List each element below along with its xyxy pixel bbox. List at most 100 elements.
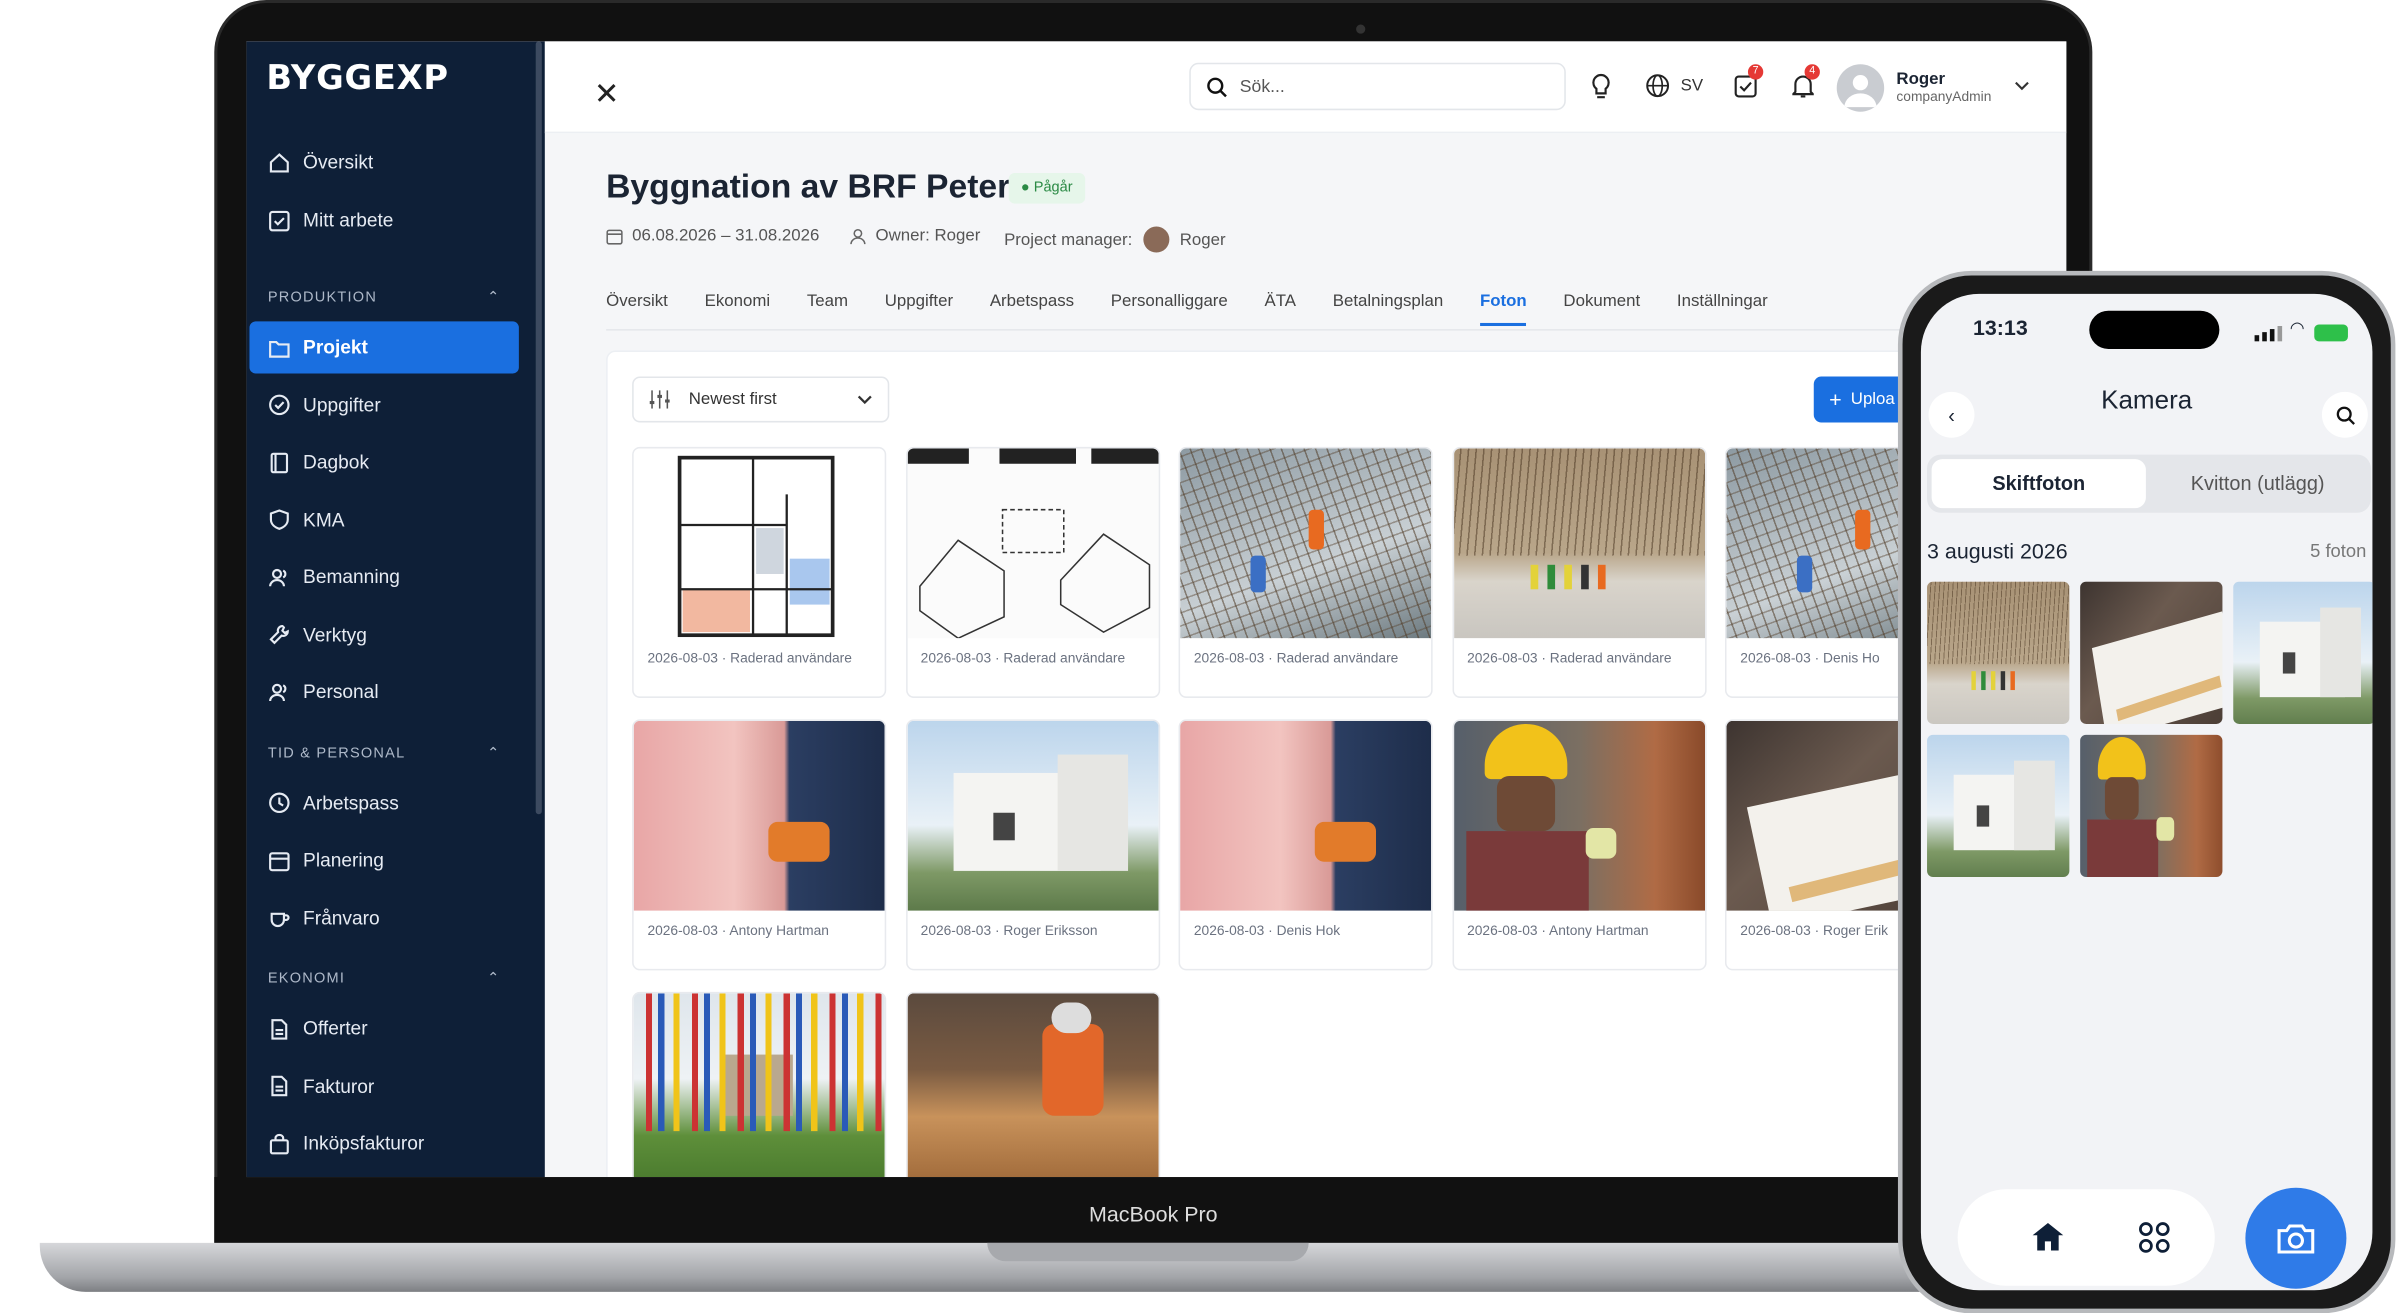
avatar[interactable] — [1836, 64, 1885, 112]
notifications-badge: 4 — [1804, 64, 1820, 80]
sort-select[interactable]: Newest first — [632, 376, 890, 423]
photo-caption: 2026-08-03 · Raderad användare — [1193, 650, 1399, 666]
sidebar-item-planering[interactable]: Planering — [249, 834, 518, 886]
photo-thumbnail[interactable] — [633, 448, 885, 639]
phone-frame: 13:13 ◠ ‹ Kamera Skiftfoton Kvitton (utl… — [1897, 270, 2396, 1313]
photo-card[interactable] — [905, 991, 1160, 1178]
globe-icon[interactable] — [1645, 73, 1670, 98]
laptop-screen: BYGGEXP Översikt Mitt arbete PRODUKTION ⌃ Pr… — [246, 41, 2067, 1178]
photo-card[interactable]: 2026-08-03 · Denis Hok — [1178, 719, 1433, 971]
sidebar-item-arbetspass[interactable]: Arbetspass — [249, 777, 518, 829]
tab-foton[interactable]: Foton — [1479, 292, 1527, 327]
home-icon — [269, 152, 289, 172]
sidebar-scrollbar[interactable] — [535, 41, 542, 815]
search-input[interactable]: Sök... — [1189, 62, 1566, 111]
phone-photo-thumbnail[interactable] — [2080, 581, 2223, 724]
close-icon[interactable]: ✕ — [594, 75, 620, 113]
tab-installningar[interactable]: Inställningar — [1677, 292, 1768, 326]
chevron-down-icon — [857, 394, 872, 404]
sidebar-item-kma[interactable]: KMA — [249, 494, 518, 546]
lightbulb-icon[interactable] — [1590, 73, 1611, 99]
language-selector[interactable]: SV — [1681, 77, 1703, 95]
segment-control: Skiftfoton Kvitton (utlägg) — [1927, 454, 2371, 513]
top-bar: ✕ Sök... SV 7 4 Roger companyAdmin — [544, 41, 2067, 134]
photo-card[interactable]: 2026-08-03 · Roger Eriksson — [905, 719, 1160, 971]
sidebar-section-ekonomi[interactable]: EKONOMI ⌃ — [268, 970, 501, 987]
sidebar-item-uppgifter[interactable]: Uppgifter — [249, 379, 518, 431]
sidebar-item-label: Projekt — [303, 336, 368, 359]
tab-betalningsplan[interactable]: Betalningsplan — [1333, 292, 1443, 326]
sidebar-item-inkopsfakturor[interactable]: Inköpsfakturor — [249, 1117, 518, 1169]
photo-card[interactable]: 2026-08-03 · Raderad användare — [1178, 446, 1433, 698]
photo-card[interactable] — [632, 991, 887, 1178]
status-badge: ● Pågår — [1008, 172, 1085, 204]
sidebar-section-produktion[interactable]: PRODUKTION ⌃ — [268, 289, 501, 306]
tab-uppgifter[interactable]: Uppgifter — [885, 292, 953, 326]
sidebar-item-franvaro[interactable]: Frånvaro — [249, 892, 518, 944]
photo-thumbnail[interactable] — [906, 993, 1158, 1178]
tab-personalliggare[interactable]: Personalliggare — [1111, 292, 1228, 326]
photo-card[interactable]: 2026-08-03 · Raderad användare — [632, 446, 887, 698]
grid-icon[interactable] — [2138, 1221, 2170, 1253]
sidebar-item-bemanning[interactable]: Bemanning — [249, 551, 518, 603]
camera-button[interactable] — [2245, 1187, 2347, 1289]
laptop-notch — [987, 1242, 1309, 1262]
photo-card[interactable]: 2026-08-03 · Raderad användare — [905, 446, 1160, 698]
photo-card[interactable]: 2026-08-03 · Raderad användare — [1451, 446, 1706, 698]
tab-arbetspass[interactable]: Arbetspass — [990, 292, 1074, 326]
photo-thumbnail[interactable] — [1453, 720, 1705, 911]
photos-panel: Newest first + Uploa 2026-08-03 · Raderad… — [606, 350, 2067, 1178]
sidebar: BYGGEXP Översikt Mitt arbete PRODUKTION ⌃ Pr… — [246, 41, 545, 1178]
project-dates: 06.08.2026 – 31.08.2026 — [606, 227, 819, 245]
tab-team[interactable]: Team — [807, 292, 848, 326]
clock-icon — [269, 792, 290, 814]
photo-thumbnail[interactable] — [633, 993, 885, 1178]
photo-thumbnail[interactable] — [1453, 448, 1705, 639]
wifi-icon: ◠ — [2289, 319, 2305, 339]
tab-bar: Översikt Ekonomi Team Uppgifter Arbetspass Pe… — [606, 292, 1804, 327]
sidebar-item-projekt[interactable]: Projekt — [249, 321, 519, 374]
chevron-down-icon[interactable] — [2014, 81, 2029, 92]
sidebar-item-personal[interactable]: Personal — [249, 666, 518, 718]
sidebar-section-tid-personal[interactable]: TID & PERSONAL ⌃ — [268, 745, 501, 762]
user-name[interactable]: Roger — [1896, 70, 1945, 88]
photo-card[interactable]: 2026-08-03 · Antony Hartman — [1451, 719, 1706, 971]
photo-thumbnail[interactable] — [1180, 448, 1432, 639]
segment-skiftfoton[interactable]: Skiftfoton — [1931, 459, 2146, 509]
phone-photo-thumbnail[interactable] — [2233, 581, 2373, 724]
sidebar-item-dagbok[interactable]: Dagbok — [249, 436, 518, 488]
tab-ekonomi[interactable]: Ekonomi — [705, 292, 771, 326]
sidebar-item-label: Fakturor — [303, 1075, 375, 1097]
photo-caption: 2026-08-03 · Antony Hartman — [1467, 922, 1649, 939]
photo-thumbnail[interactable] — [1180, 720, 1432, 911]
phone-search-button[interactable] — [2321, 391, 2368, 438]
pm-avatar — [1142, 226, 1170, 253]
sidebar-item-label: Översikt — [303, 151, 374, 173]
phone-photo-thumbnail[interactable] — [1927, 581, 2070, 724]
segment-kvitton[interactable]: Kvitton (utlägg) — [2149, 459, 2366, 508]
tab-oversikt[interactable]: Översikt — [606, 292, 668, 326]
project-owner: Owner: Roger — [849, 227, 980, 245]
photo-caption: 2026-08-03 · Roger Eriksson — [920, 922, 1098, 939]
search-icon — [2335, 405, 2355, 425]
chevron-up-icon: ⌃ — [487, 289, 501, 307]
phone-photo-thumbnail[interactable] — [2080, 734, 2223, 878]
sidebar-item-verktyg[interactable]: Verktyg — [249, 608, 518, 660]
phone-photo-thumbnail[interactable] — [1927, 734, 2070, 878]
tab-ata[interactable]: ÄTA — [1265, 292, 1296, 326]
sidebar-item-offerter[interactable]: Offerter — [249, 1003, 518, 1055]
circle-check-icon — [269, 394, 290, 416]
tab-dokument[interactable]: Dokument — [1563, 292, 1640, 326]
sidebar-item-fakturor[interactable]: Fakturor — [249, 1060, 518, 1112]
sidebar-item-label: Mitt arbete — [303, 209, 394, 232]
sidebar-item-oversikt[interactable]: Översikt — [249, 136, 518, 188]
photo-thumbnail[interactable] — [906, 448, 1158, 639]
battery-icon — [2314, 324, 2348, 342]
brand-logo[interactable]: BYGGEXP — [266, 60, 449, 98]
home-icon[interactable] — [2031, 1221, 2065, 1252]
photo-thumbnail[interactable] — [906, 720, 1158, 911]
photo-card[interactable]: 2026-08-03 · Antony Hartman — [632, 719, 887, 971]
sidebar-item-mitt-arbete[interactable]: Mitt arbete — [249, 194, 518, 246]
phone-title: Kamera — [2101, 385, 2193, 415]
photo-thumbnail[interactable] — [633, 720, 885, 911]
